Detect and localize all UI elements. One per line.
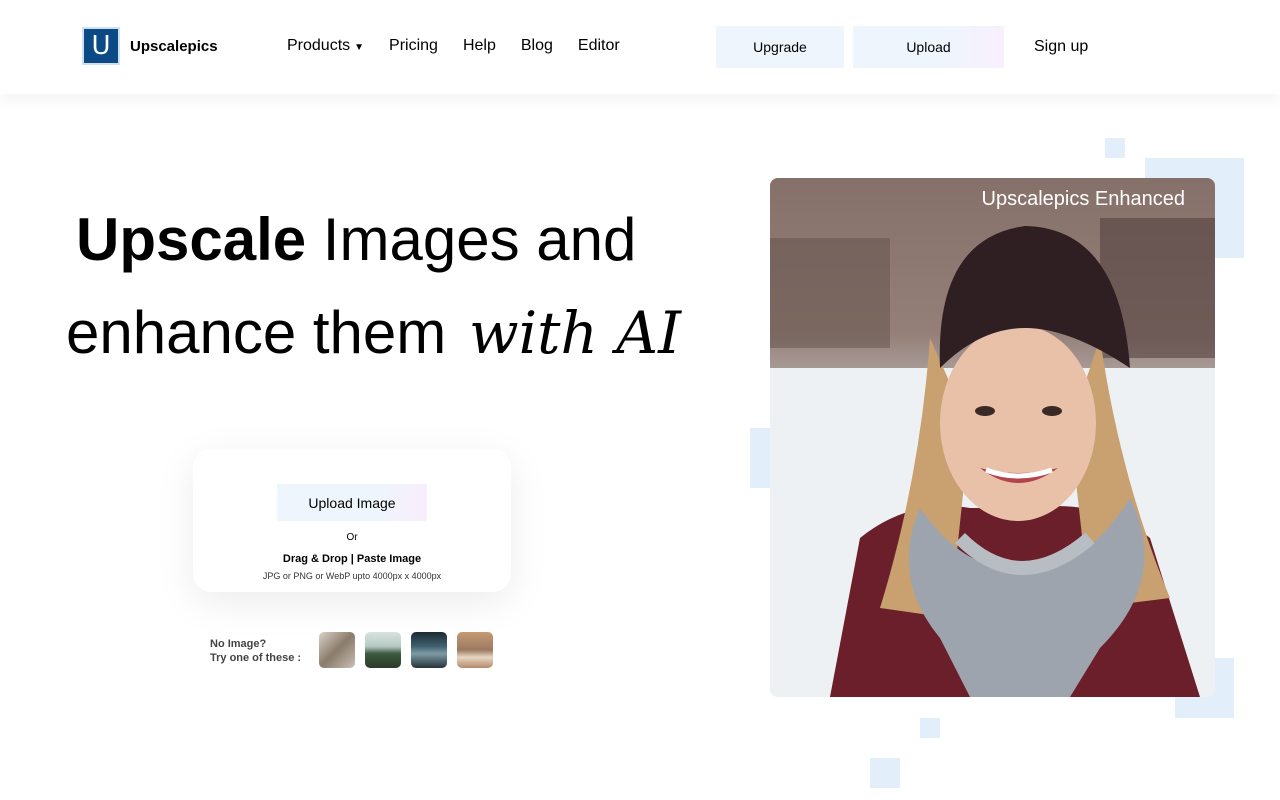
hero-line1-rest: Images and	[306, 206, 637, 273]
brand-logo[interactable]: U Upscalepics	[82, 27, 218, 65]
hero-title-line2: enhance them with AI	[66, 298, 681, 367]
nav-help[interactable]: Help	[463, 37, 496, 55]
signup-link[interactable]: Sign up	[1034, 38, 1088, 56]
woman-in-beanie-illustration	[770, 178, 1215, 697]
hero-highlight-word: Upscale	[68, 206, 306, 273]
sample-prompt: No Image? Try one of these :	[210, 637, 301, 665]
decor-square	[750, 428, 770, 488]
logo-icon: U	[82, 27, 120, 65]
decor-square	[870, 758, 900, 788]
nav-pricing[interactable]: Pricing	[389, 37, 438, 55]
hero-title-line1: Upscale Images and	[68, 205, 636, 274]
preview-image: Upscalepics Enhanced	[770, 178, 1215, 697]
decor-square	[920, 718, 940, 738]
brand-name: Upscalepics	[130, 37, 218, 55]
upload-dropzone[interactable]: Upload Image Or Drag & Drop | Paste Imag…	[193, 449, 511, 592]
sample-thumb-desk[interactable]	[457, 632, 493, 668]
nav-editor[interactable]: Editor	[578, 37, 620, 55]
main-nav: Products ▼ Pricing Help Blog Editor	[287, 37, 645, 55]
hero-ai-text: with AI	[468, 299, 682, 367]
drag-drop-text: Drag & Drop | Paste Image	[282, 553, 422, 565]
upload-image-button[interactable]: Upload Image	[277, 484, 427, 521]
enhanced-label: Upscalepics Enhanced	[981, 188, 1185, 210]
decor-square	[1105, 138, 1125, 158]
nav-products[interactable]: Products ▼	[287, 37, 364, 55]
nav-products-label: Products	[287, 37, 351, 54]
nav-blog[interactable]: Blog	[521, 37, 553, 55]
or-separator: Or	[346, 532, 358, 543]
upload-button[interactable]: Upload	[853, 26, 1004, 68]
sample-thumbnails	[319, 632, 503, 668]
sample-thumb-cat[interactable]	[319, 632, 355, 668]
site-header: U Upscalepics Products ▼ Pricing Help Blo…	[0, 0, 1280, 94]
chevron-down-icon: ▼	[354, 42, 365, 53]
sample-thumb-canal[interactable]	[411, 632, 447, 668]
sample-prompt-line1: No Image?	[210, 638, 267, 650]
sample-prompt-line2: Try one of these :	[210, 652, 302, 664]
hero-line2-text: enhance them	[66, 299, 447, 366]
format-hint: JPG or PNG or WebP upto 4000px x 4000px	[262, 571, 442, 581]
upgrade-button[interactable]: Upgrade	[716, 26, 844, 68]
sample-thumb-lake[interactable]	[365, 632, 401, 668]
